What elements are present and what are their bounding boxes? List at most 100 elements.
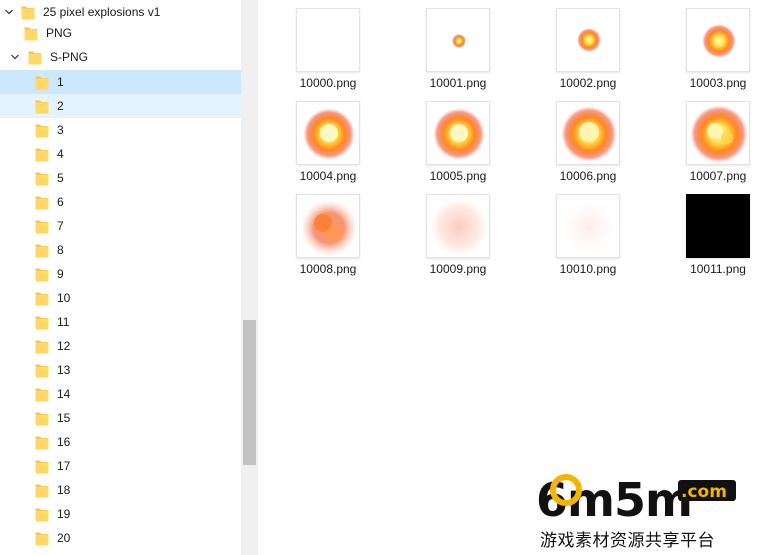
- chevron-down-icon[interactable]: [4, 7, 14, 17]
- chevron-down-icon[interactable]: [10, 52, 20, 62]
- tree-item-png[interactable]: PNG: [0, 21, 241, 45]
- tree-item-label: 16: [57, 435, 71, 449]
- tree-item-subfolder[interactable]: 4: [0, 142, 241, 166]
- tree-item-label: 7: [57, 219, 64, 233]
- file-item[interactable]: 10000.png: [278, 0, 378, 90]
- folder-icon: [35, 147, 49, 162]
- tree-item-label: 8: [57, 243, 64, 257]
- folder-icon: [35, 411, 49, 426]
- folder-icon: [21, 5, 35, 20]
- tree-item-subfolder[interactable]: 12: [0, 334, 241, 358]
- file-item[interactable]: 10003.png: [668, 0, 767, 90]
- file-item[interactable]: 10002.png: [538, 0, 638, 90]
- tree-item-label: 1: [57, 75, 64, 89]
- tree-item-subfolder[interactable]: 17: [0, 454, 241, 478]
- tree-item-subfolder[interactable]: 6: [0, 190, 241, 214]
- tree-item-label: 18: [57, 483, 71, 497]
- logo-domain: .com: [681, 482, 727, 502]
- file-thumbnail: [296, 8, 360, 72]
- tree-item-subfolder[interactable]: 1: [0, 70, 241, 94]
- file-name: 10003.png: [689, 76, 747, 90]
- tree-item-subfolder[interactable]: 15: [0, 406, 241, 430]
- file-item[interactable]: 10011.png: [668, 186, 767, 276]
- folder-icon: [28, 50, 42, 65]
- watermark-logo: 6m5m .com 游戏素材资源共享平台: [528, 468, 767, 555]
- tree-item-label: 5: [57, 171, 64, 185]
- tree-item-label: 15: [57, 411, 71, 425]
- file-item[interactable]: 10010.png: [538, 186, 638, 276]
- file-item[interactable]: 10005.png: [408, 93, 508, 183]
- folder-icon: [35, 435, 49, 450]
- file-name: 10002.png: [559, 76, 617, 90]
- folder-icon: [35, 363, 49, 378]
- folder-icon: [35, 219, 49, 234]
- file-thumbnail: [686, 8, 750, 72]
- tree-item-s-png[interactable]: S-PNG: [0, 45, 241, 69]
- folder-icon: [35, 99, 49, 114]
- file-thumbnail: [296, 101, 360, 165]
- tree-item-label: PNG: [46, 26, 73, 40]
- watermark-tagline: 游戏素材资源共享平台: [540, 531, 715, 551]
- folder-icon: [35, 243, 49, 258]
- file-name: 10008.png: [299, 262, 357, 276]
- file-thumbnail: [296, 194, 360, 258]
- folder-icon: [35, 75, 49, 90]
- scrollbar-thumb[interactable]: [243, 320, 256, 465]
- tree-item-subfolder[interactable]: 7: [0, 214, 241, 238]
- tree-item-subfolder[interactable]: 16: [0, 430, 241, 454]
- file-item[interactable]: 10006.png: [538, 93, 638, 183]
- file-thumbnail: [556, 101, 620, 165]
- folder-icon: [35, 339, 49, 354]
- folder-icon: [35, 291, 49, 306]
- folder-icon: [35, 459, 49, 474]
- tree-item-subfolder[interactable]: 14: [0, 382, 241, 406]
- folder-icon: [35, 195, 49, 210]
- file-name: 10011.png: [690, 262, 746, 276]
- tree-item-subfolder[interactable]: 9: [0, 262, 241, 286]
- tree-item-subfolder[interactable]: 5: [0, 166, 241, 190]
- folder-icon: [35, 171, 49, 186]
- tree-item-subfolder[interactable]: 8: [0, 238, 241, 262]
- navigation-pane: 25 pixel explosions v1 PNG S-PNG 1234567…: [0, 0, 258, 555]
- tree-item-subfolder[interactable]: 11: [0, 310, 241, 334]
- folder-icon: [35, 531, 49, 546]
- tree-item-label: 17: [57, 459, 71, 473]
- tree-item-subfolder[interactable]: 10: [0, 286, 241, 310]
- file-thumbnail: [686, 101, 750, 165]
- file-name: 10006.png: [559, 169, 617, 183]
- file-item[interactable]: 10007.png: [668, 93, 767, 183]
- file-name: 10001.png: [429, 76, 487, 90]
- file-thumbnail: [686, 194, 750, 258]
- tree-item-subfolder[interactable]: 18: [0, 478, 241, 502]
- file-thumbnail: [556, 194, 620, 258]
- tree-item-label: 13: [57, 363, 71, 377]
- tree-item-subfolder[interactable]: 13: [0, 358, 241, 382]
- tree-item-subfolder[interactable]: 20: [0, 526, 241, 550]
- file-name: 10005.png: [429, 169, 487, 183]
- tree-item-label: 19: [57, 507, 71, 521]
- folder-icon: [35, 507, 49, 522]
- tree-item-label: 9: [57, 267, 64, 281]
- tree-item-label: 3: [57, 123, 64, 137]
- file-item[interactable]: 10008.png: [278, 186, 378, 276]
- file-item[interactable]: 10001.png: [408, 0, 508, 90]
- tree-item-subfolder[interactable]: 3: [0, 118, 241, 142]
- folder-icon: [35, 267, 49, 282]
- tree-item-label: S-PNG: [50, 50, 89, 64]
- tree-item-subfolder[interactable]: 19: [0, 502, 241, 526]
- folder-icon: [35, 387, 49, 402]
- file-thumbnail: [426, 194, 490, 258]
- folder-icon: [24, 26, 38, 41]
- file-name: 10007.png: [689, 169, 747, 183]
- vertical-scrollbar[interactable]: [241, 0, 257, 555]
- tree-item-label: 11: [57, 315, 70, 329]
- 6m5m-logo: 6m5m .com: [536, 473, 736, 527]
- file-item[interactable]: 10009.png: [408, 186, 508, 276]
- folder-icon: [35, 123, 49, 138]
- file-thumbnail: [426, 101, 490, 165]
- file-name: 10009.png: [429, 262, 487, 276]
- tree-item-subfolder[interactable]: 2: [0, 94, 241, 118]
- tree-item-label: 25 pixel explosions v1: [43, 5, 161, 19]
- file-item[interactable]: 10004.png: [278, 93, 378, 183]
- folder-icon: [35, 483, 49, 498]
